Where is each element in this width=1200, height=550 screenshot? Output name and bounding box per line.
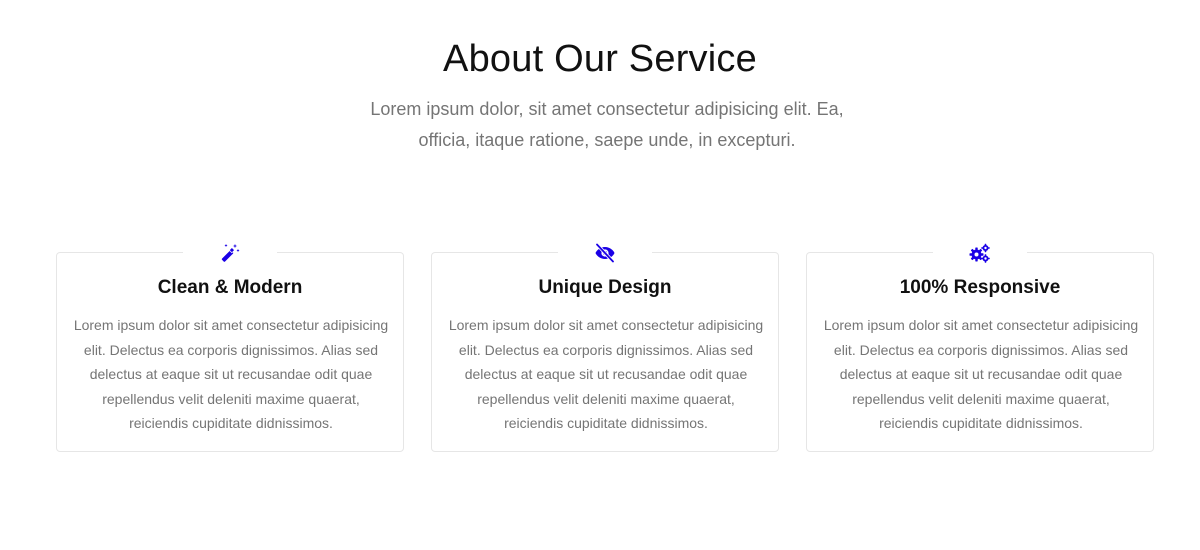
about-service-section: About Our Service Lorem ipsum dolor, sit…	[0, 0, 1200, 550]
magic-wand-icon	[220, 243, 240, 263]
card-title: Unique Design	[538, 277, 672, 298]
card-text: Lorem ipsum dolor sit amet consectetur a…	[823, 317, 1139, 431]
card-icon-holder	[933, 241, 1027, 265]
card-icon-holder	[183, 241, 277, 265]
card-text: Lorem ipsum dolor sit amet consectetur a…	[448, 317, 764, 431]
card-text: Lorem ipsum dolor sit amet consectetur a…	[73, 317, 389, 431]
eye-slash-icon	[594, 243, 616, 263]
card-title: Clean & Modern	[157, 277, 303, 298]
service-card-responsive: 100% Responsive Lorem ipsum dolor sit am…	[806, 241, 1154, 452]
section-subtitle: Lorem ipsum dolor, sit amet consectetur …	[370, 99, 844, 150]
service-card-clean-modern: Clean & Modern Lorem ipsum dolor sit ame…	[56, 241, 404, 452]
card-title: 100% Responsive	[899, 277, 1061, 298]
section-title: About Our Service	[443, 38, 757, 80]
gears-icon	[969, 243, 991, 263]
service-card-unique-design: Unique Design Lorem ipsum dolor sit amet…	[431, 241, 779, 452]
card-icon-holder	[558, 241, 652, 265]
